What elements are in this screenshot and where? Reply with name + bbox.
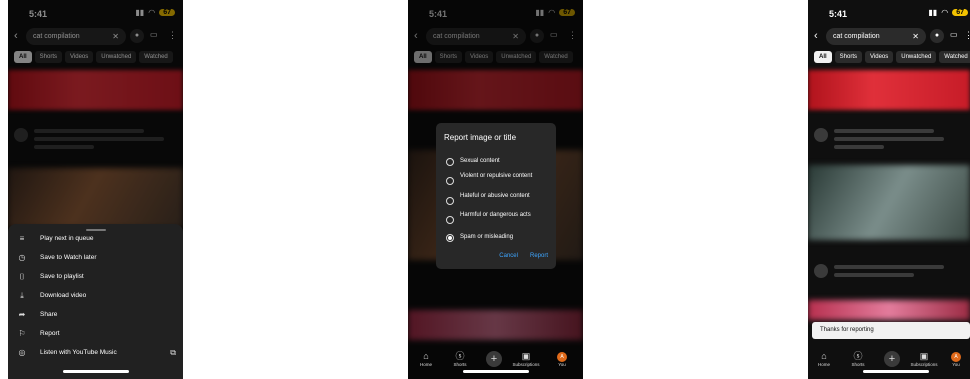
menu-item-report[interactable]: ⚐ Report — [8, 324, 183, 343]
nav-shorts[interactable]: ⓢ Shorts — [844, 350, 872, 367]
clock-icon: ◷ — [18, 253, 26, 262]
status-time: 5:41 — [829, 9, 848, 19]
download-icon: ⤓ — [20, 291, 24, 300]
video-thumbnail[interactable] — [808, 300, 970, 320]
toast-message: Thanks for reporting — [812, 322, 970, 339]
you-avatar: A — [951, 352, 961, 362]
external-link-icon: ⧉ — [170, 348, 176, 357]
cast-icon[interactable]: ▭ — [950, 30, 958, 39]
nav-home[interactable]: ⌂ Home — [412, 350, 440, 367]
back-icon[interactable]: ‹ — [814, 30, 818, 42]
menu-item-share[interactable]: ➦ Share — [8, 305, 183, 324]
mic-icon[interactable]: ● — [930, 29, 944, 43]
subscriptions-icon: ▣ — [919, 351, 929, 361]
queue-icon: ≡ — [19, 234, 25, 243]
phone-screen-report-dialog: 5:41 ▮▮◠67 ‹ cat compilation✕ ● ▭ ⋮ All … — [408, 0, 583, 379]
phone-screen-confirmation: 5:41 ▮▮ ◠ 67 ‹ cat compilation ✕ ● ▭ ⋮ All … — [808, 0, 970, 379]
chip-shorts[interactable]: Shorts — [834, 51, 863, 63]
you-avatar: A — [557, 352, 567, 362]
chip-videos[interactable]: Videos — [865, 51, 894, 63]
action-sheet: ≡ Play next in queue ◷ Save to Watch later… — [8, 224, 183, 379]
menu-item-watch-later[interactable]: ◷ Save to Watch later — [8, 248, 183, 267]
nav-you[interactable]: A You — [942, 352, 970, 367]
avatar — [814, 264, 828, 278]
create-button[interactable]: + — [480, 351, 508, 367]
bottom-nav: ⌂ Home ⓢ Shorts + ▣ Subscriptions A You — [408, 341, 583, 367]
shorts-icon: ⓢ — [853, 351, 863, 361]
signal-icon: ▮▮ — [928, 8, 938, 17]
home-icon: ⌂ — [821, 351, 827, 361]
chip-watched[interactable]: Watched — [939, 51, 970, 63]
search-row: ‹ cat compilation✕ ● ▭ ⋮ — [808, 28, 970, 46]
battery-badge: 67 — [952, 9, 968, 16]
video-meta — [808, 262, 970, 302]
music-icon: ◎ — [18, 348, 26, 357]
home-indicator — [463, 370, 529, 373]
menu-item-youtube-music[interactable]: ◎ Listen with YouTube Music ⧉ — [8, 343, 183, 362]
menu-item-play-next[interactable]: ≡ Play next in queue — [8, 229, 183, 248]
nav-shorts[interactable]: ⓢ Shorts — [446, 350, 474, 367]
clear-icon[interactable]: ✕ — [912, 28, 919, 45]
dialog-title: Report image or title — [444, 133, 517, 142]
bookmark-icon: ⌷ — [19, 272, 25, 281]
bottom-nav: ⌂ Home ⓢ Shorts + ▣ Subscriptions A You — [808, 341, 970, 367]
menu-item-save-playlist[interactable]: ⌷ Save to playlist — [8, 267, 183, 286]
subscriptions-icon: ▣ — [521, 351, 531, 361]
home-icon: ⌂ — [423, 351, 429, 361]
more-icon[interactable]: ⋮ — [964, 30, 970, 41]
radio-button[interactable] — [446, 158, 454, 166]
menu-item-download[interactable]: ⤓ Download video — [8, 286, 183, 305]
report-button[interactable]: Report — [530, 253, 548, 259]
phone-screen-menu: 5:41 ▮▮ ◠ 67 ‹ cat compilation ✕ ● ▭ ⋮ All … — [8, 0, 183, 379]
nav-subscriptions[interactable]: ▣ Subscriptions — [512, 350, 540, 367]
video-meta — [808, 126, 970, 166]
plus-icon: + — [486, 351, 502, 367]
avatar — [814, 128, 828, 142]
video-thumbnail[interactable] — [808, 70, 970, 110]
nav-subscriptions[interactable]: ▣ Subscriptions — [910, 350, 938, 367]
create-button[interactable]: + — [878, 351, 906, 367]
radio-button[interactable] — [446, 177, 454, 185]
flag-icon: ⚐ — [18, 329, 26, 338]
share-icon: ➦ — [18, 310, 26, 319]
radio-button-selected[interactable] — [446, 234, 454, 242]
radio-button[interactable] — [446, 197, 454, 205]
cancel-button[interactable]: Cancel — [499, 253, 518, 259]
status-bar: 5:41 ▮▮◠67 — [808, 0, 970, 22]
video-thumbnail[interactable] — [808, 165, 970, 240]
home-indicator — [863, 370, 929, 373]
home-indicator — [63, 370, 129, 373]
search-input[interactable]: cat compilation✕ — [826, 28, 926, 45]
nav-home[interactable]: ⌂ Home — [810, 350, 838, 367]
radio-button[interactable] — [446, 216, 454, 224]
plus-icon: + — [884, 351, 900, 367]
chip-unwatched[interactable]: Unwatched — [896, 51, 937, 63]
report-dialog: Report image or title Sexual content Vio… — [436, 123, 556, 269]
filter-chips: All Shorts Videos Unwatched Watched — [814, 51, 970, 63]
wifi-icon: ◠ — [941, 8, 949, 17]
chip-all[interactable]: All — [814, 51, 832, 63]
shorts-icon: ⓢ — [455, 351, 465, 361]
dialog-actions: Cancel Report — [499, 253, 548, 259]
nav-you[interactable]: A You — [548, 352, 576, 367]
